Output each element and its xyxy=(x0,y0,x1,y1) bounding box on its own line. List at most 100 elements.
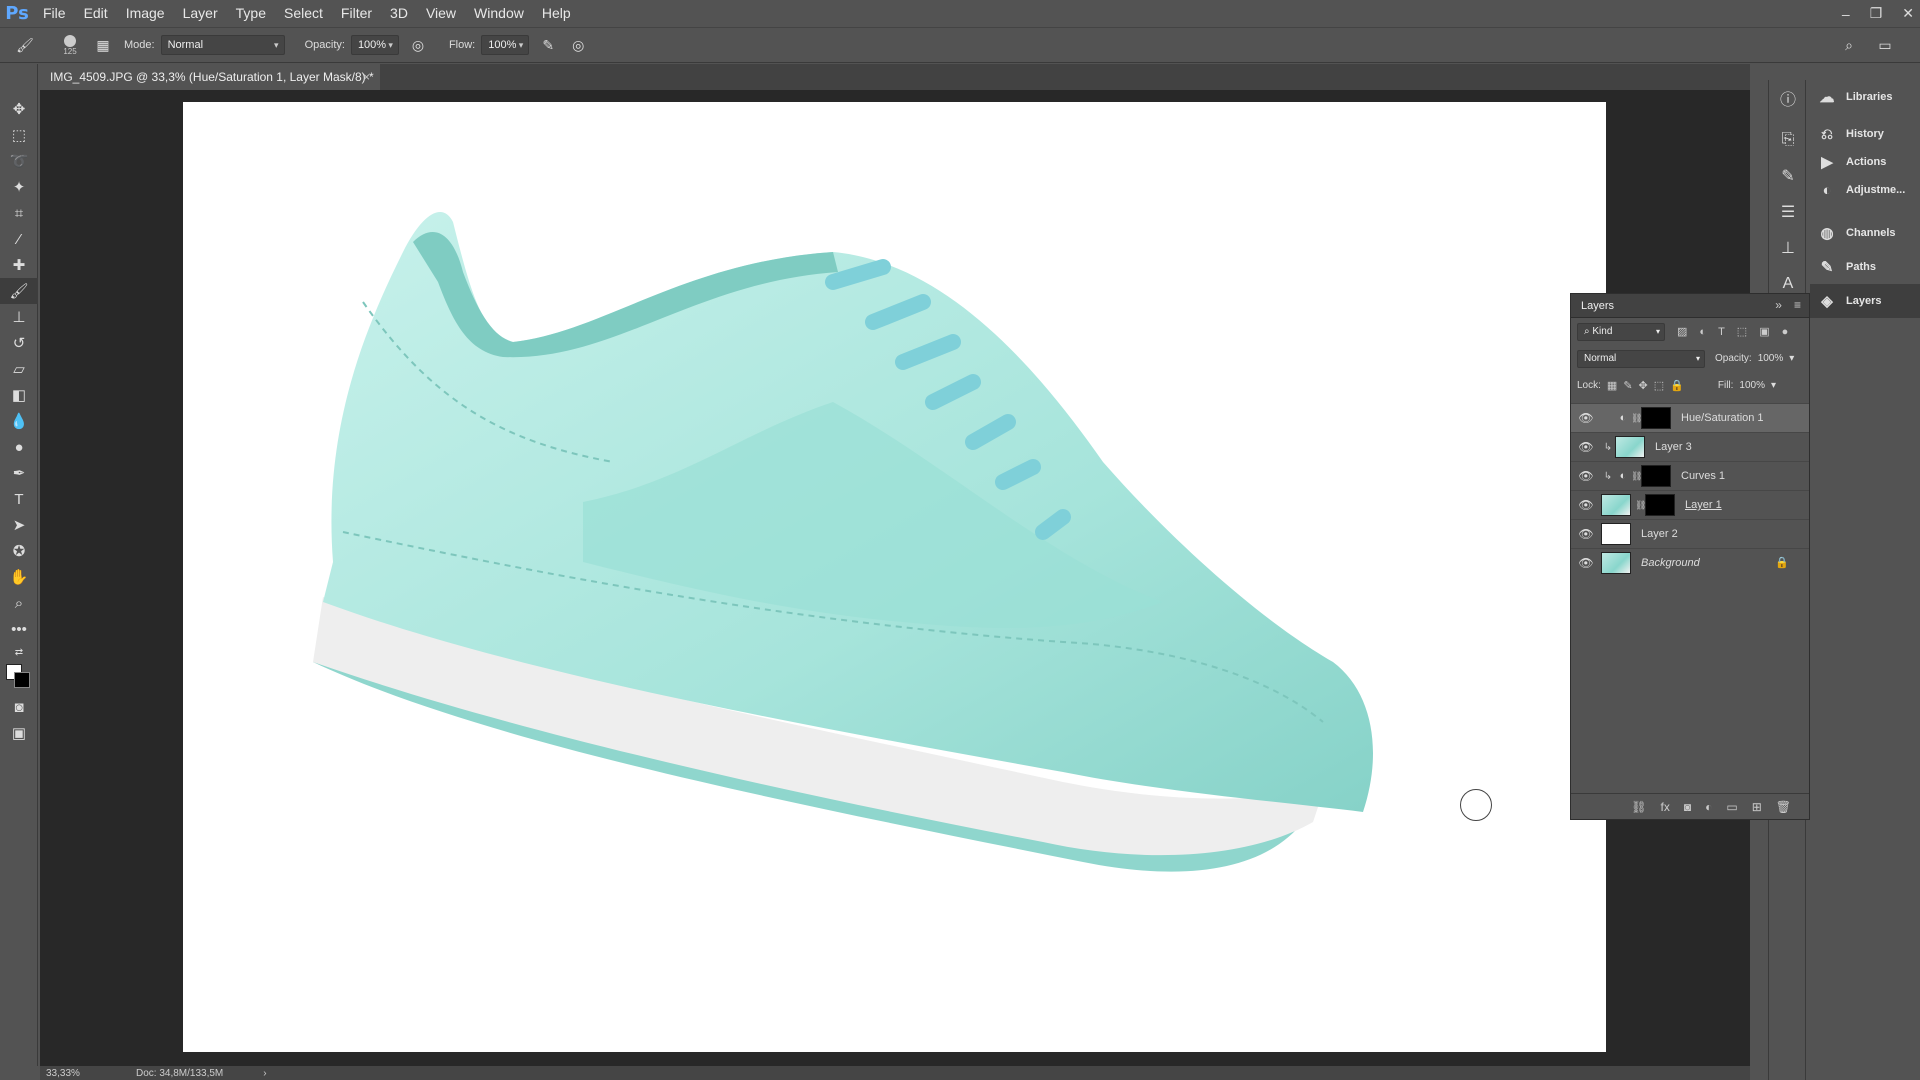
link-icon[interactable]: ⛓ xyxy=(1635,500,1646,511)
lasso-tool-icon[interactable]: ➰ xyxy=(0,148,38,174)
type-filter-icon[interactable]: T xyxy=(1718,326,1725,338)
color-swatches[interactable] xyxy=(0,662,37,694)
menu-image[interactable]: Image xyxy=(117,0,174,27)
filter-kind-select[interactable]: ⌕ Kind ▾ xyxy=(1577,322,1665,341)
type-tool-icon[interactable]: T xyxy=(0,486,38,512)
layer-row[interactable]: 👁 Layer 2 xyxy=(1571,519,1809,548)
restore-icon[interactable]: ❐ xyxy=(1870,5,1883,22)
layer-thumbnail[interactable] xyxy=(1601,494,1631,516)
pixel-filter-icon[interactable]: ▨ xyxy=(1677,325,1687,338)
eyedropper-tool-icon[interactable]: ⁄ xyxy=(0,226,38,252)
menu-window[interactable]: Window xyxy=(465,0,533,27)
flow-field[interactable]: 100% ▾ xyxy=(481,35,530,55)
layer-row[interactable]: 👁 ↳ Layer 3 xyxy=(1571,432,1809,461)
eye-icon[interactable]: 👁 xyxy=(1571,498,1601,512)
layer-thumbnail[interactable] xyxy=(1601,523,1631,545)
brush-settings-panel-icon[interactable]: ▦ xyxy=(92,34,114,56)
adjustments-panel-button[interactable]: ◐ Adjustme... xyxy=(1810,176,1920,204)
layer-opacity-value[interactable]: 100% xyxy=(1758,353,1784,364)
chevron-down-icon[interactable]: ▾ xyxy=(1771,380,1776,391)
eye-icon[interactable]: 👁 xyxy=(1571,556,1601,570)
layer-mask-thumbnail[interactable] xyxy=(1645,494,1675,516)
collapse-panel-icon[interactable]: » xyxy=(1775,298,1782,312)
layer-row[interactable]: 👁 Background 🔒 xyxy=(1571,548,1809,577)
blur-tool-icon[interactable]: 💧 xyxy=(0,408,38,434)
chevron-down-icon[interactable]: ▾ xyxy=(1789,353,1794,364)
eye-icon[interactable]: 👁 xyxy=(1571,527,1601,541)
workspace-icon[interactable]: ▭ xyxy=(1874,34,1896,56)
brush-tool-preset-icon[interactable]: 🖌 xyxy=(14,34,36,56)
layer-mask-thumbnail[interactable] xyxy=(1641,465,1671,487)
pressure-size-icon[interactable]: ◎ xyxy=(567,34,589,56)
brush-presets-icon[interactable]: ✎ xyxy=(1769,158,1807,194)
status-menu-arrow[interactable]: › xyxy=(263,1068,266,1079)
libraries-panel-button[interactable]: ☁ Libraries xyxy=(1810,80,1920,114)
quick-mask-icon[interactable]: ◙ xyxy=(0,694,38,720)
layer-mask-thumbnail[interactable] xyxy=(1641,407,1671,429)
eraser-tool-icon[interactable]: ▱ xyxy=(0,356,38,382)
panel-menu-icon[interactable]: ≡ xyxy=(1794,298,1801,312)
add-mask-icon[interactable]: ◙ xyxy=(1684,800,1691,814)
new-group-icon[interactable]: ▭ xyxy=(1726,800,1737,814)
blend-mode-select[interactable]: Normal ▾ xyxy=(1577,349,1705,368)
eye-icon[interactable]: 👁 xyxy=(1571,440,1601,454)
mode-select[interactable]: Normal ▾ xyxy=(160,35,285,55)
pressure-opacity-icon[interactable]: ◎ xyxy=(407,34,429,56)
brush-size-picker[interactable]: 125 xyxy=(56,34,84,56)
link-layers-icon[interactable]: ⛓ xyxy=(1631,800,1646,814)
layer-thumbnail[interactable] xyxy=(1615,436,1645,458)
history-panel-button[interactable]: ⎌ History xyxy=(1810,120,1920,148)
properties-icon[interactable]: ☰ xyxy=(1769,194,1807,230)
link-icon[interactable]: ⛓ xyxy=(1631,471,1642,482)
menu-filter[interactable]: Filter xyxy=(332,0,381,27)
layer-row[interactable]: 👁 ⛓ Layer 1 xyxy=(1571,490,1809,519)
opacity-field[interactable]: 100% ▾ xyxy=(350,35,399,55)
more-tools-icon[interactable]: ••• xyxy=(0,616,38,642)
zoom-tool-icon[interactable]: ⌕ xyxy=(0,590,38,616)
custom-shape-tool-icon[interactable]: ✪ xyxy=(0,538,38,564)
menu-layer[interactable]: Layer xyxy=(174,0,227,27)
fill-value[interactable]: 100% xyxy=(1739,380,1765,391)
filter-toggle-icon[interactable]: ● xyxy=(1782,326,1789,338)
close-icon[interactable]: ✕ xyxy=(1902,5,1914,22)
menu-view[interactable]: View xyxy=(417,0,465,27)
actions-panel-button[interactable]: ▶ Actions xyxy=(1810,148,1920,176)
menu-edit[interactable]: Edit xyxy=(75,0,117,27)
layers-panel-title[interactable]: Layers xyxy=(1581,300,1614,312)
document-tab[interactable]: IMG_4509.JPG @ 33,3% (Hue/Saturation 1, … xyxy=(40,64,380,90)
paths-panel-button[interactable]: ✎ Paths xyxy=(1810,250,1920,284)
history-brush-tool-icon[interactable]: ↺ xyxy=(0,330,38,356)
screen-mode-icon[interactable]: ▣ xyxy=(0,720,38,746)
close-tab-icon[interactable]: × xyxy=(363,64,370,90)
new-adjustment-icon[interactable]: ◐ xyxy=(1705,800,1712,814)
layer-thumbnail[interactable] xyxy=(1601,552,1631,574)
new-layer-icon[interactable]: ⊞ xyxy=(1752,800,1762,814)
pen-tool-icon[interactable]: ✒ xyxy=(0,460,38,486)
move-tool-icon[interactable]: ✥ xyxy=(0,96,38,122)
menu-3d[interactable]: 3D xyxy=(381,0,417,27)
trash-icon[interactable]: 🗑 xyxy=(1776,800,1791,814)
zoom-level[interactable]: 33,33% xyxy=(46,1068,116,1079)
swap-colors-icon[interactable]: ⇄ xyxy=(0,642,38,662)
channels-panel-button[interactable]: ◍ Channels xyxy=(1810,216,1920,250)
lock-pixels-icon[interactable]: ✎ xyxy=(1623,379,1632,392)
path-selection-tool-icon[interactable]: ➤ xyxy=(0,512,38,538)
search-icon[interactable]: ⌕ xyxy=(1838,34,1860,56)
link-icon[interactable]: ⛓ xyxy=(1631,413,1642,424)
airbrush-icon[interactable]: ✎ xyxy=(537,34,559,56)
menu-help[interactable]: Help xyxy=(533,0,580,27)
lock-artboard-icon[interactable]: ⬚ xyxy=(1654,379,1664,392)
clone-source-icon[interactable]: ⎘ xyxy=(1769,122,1807,158)
tool-presets-icon[interactable]: ⊥ xyxy=(1769,230,1807,266)
healing-brush-tool-icon[interactable]: ✚ xyxy=(0,252,38,278)
canvas[interactable] xyxy=(183,102,1606,1052)
menu-type[interactable]: Type xyxy=(227,0,275,27)
lock-transparent-icon[interactable]: ▦ xyxy=(1607,379,1617,392)
marquee-tool-icon[interactable]: ⬚ xyxy=(0,122,38,148)
fx-icon[interactable]: fx xyxy=(1661,800,1670,814)
layer-row[interactable]: 👁 ◐ ⛓ Hue/Saturation 1 xyxy=(1571,403,1809,432)
dodge-tool-icon[interactable]: ● xyxy=(0,434,38,460)
magic-wand-tool-icon[interactable]: ✦ xyxy=(0,174,38,200)
menu-file[interactable]: File xyxy=(34,0,75,27)
info-icon[interactable]: ⓘ xyxy=(1769,80,1807,116)
